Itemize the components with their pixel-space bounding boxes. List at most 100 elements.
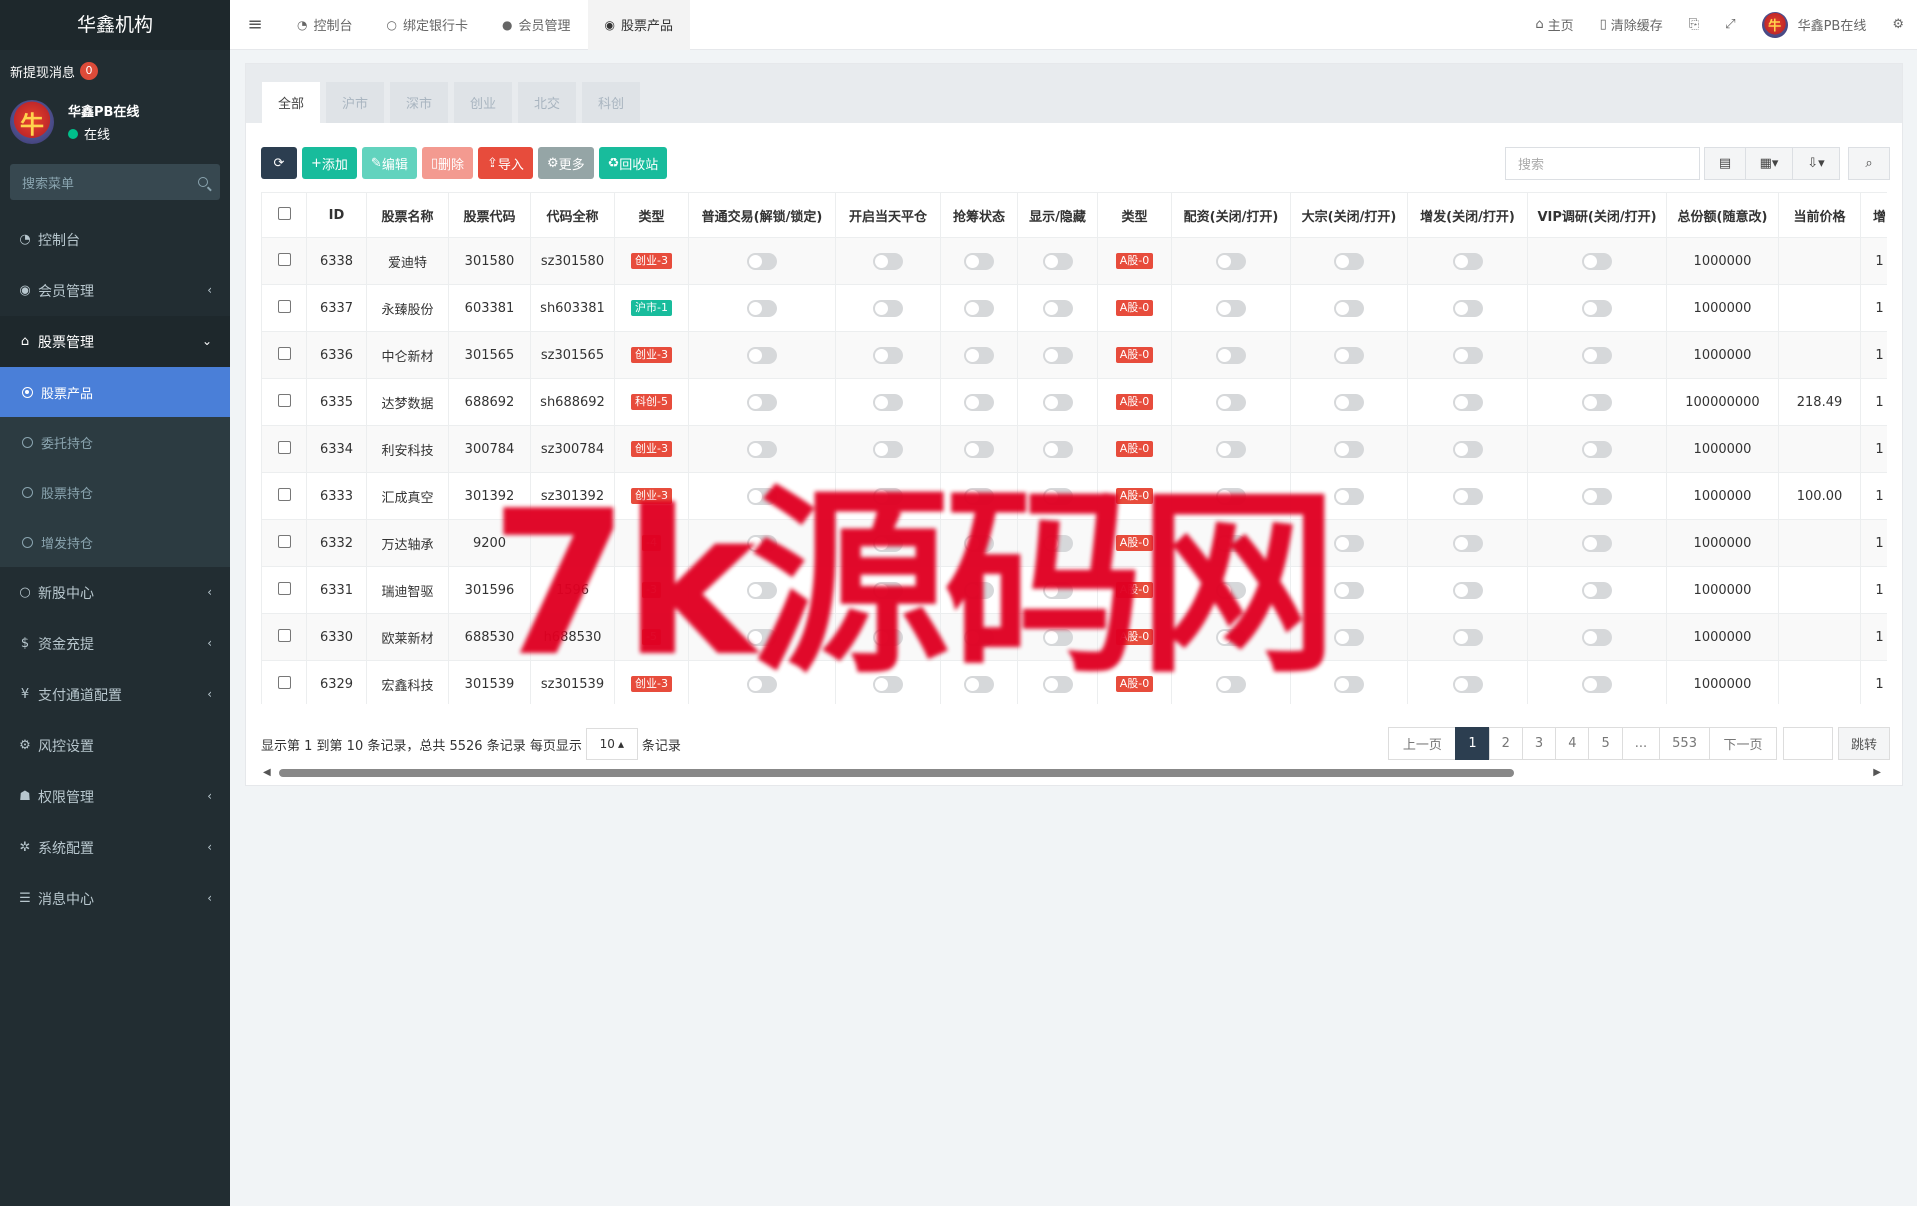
- block-trade-toggle[interactable]: [1334, 252, 1364, 270]
- sidebar-item-entrust-positions[interactable]: 委托持仓: [0, 417, 230, 467]
- row-checkbox-cell[interactable]: [261, 566, 307, 614]
- vip-research-toggle[interactable]: [1582, 393, 1612, 411]
- margin-toggle[interactable]: [1216, 393, 1246, 411]
- same-day-close-toggle[interactable]: [873, 299, 903, 317]
- row-checkbox[interactable]: [277, 675, 291, 689]
- goto-page-input[interactable]: [1782, 727, 1833, 760]
- tab-member-management[interactable]: ● 会员管理: [485, 0, 588, 50]
- sidebar-item-payment-channels[interactable]: ¥ 支付通道配置 ‹: [0, 669, 230, 720]
- placement-toggle[interactable]: [1452, 252, 1483, 270]
- horizontal-scrollbar[interactable]: ◀ ▶: [263, 765, 1881, 779]
- sidebar-item-permissions[interactable]: ☗ 权限管理 ‹: [0, 771, 230, 822]
- visibility-toggle[interactable]: [1042, 675, 1073, 693]
- visibility-toggle[interactable]: [1042, 534, 1073, 552]
- col-extra[interactable]: 增: [1860, 192, 1887, 238]
- more-button[interactable]: ⚙ 更多: [537, 147, 594, 179]
- vip-research-toggle[interactable]: [1582, 534, 1612, 552]
- import-button[interactable]: ⇪ 导入: [478, 147, 533, 179]
- home-link[interactable]: ⌂ 主页: [1522, 15, 1586, 34]
- sidebar-item-stock-positions[interactable]: 股票持仓: [0, 467, 230, 517]
- block-trade-toggle[interactable]: [1334, 299, 1364, 317]
- placement-toggle[interactable]: [1452, 628, 1483, 646]
- vip-research-toggle[interactable]: [1582, 581, 1612, 599]
- normal-trade-toggle[interactable]: [747, 346, 777, 364]
- recycle-bin-button[interactable]: ♻ 回收站: [598, 147, 668, 179]
- same-day-close-toggle[interactable]: [873, 581, 903, 599]
- col-code[interactable]: 股票代码: [448, 192, 531, 238]
- vip-research-toggle[interactable]: [1582, 346, 1612, 364]
- user-menu[interactable]: 牛华鑫PB在线: [1749, 11, 1880, 38]
- row-checkbox[interactable]: [277, 440, 291, 454]
- normal-trade-toggle[interactable]: [747, 675, 777, 693]
- prev-page-button[interactable]: 上一页: [1388, 727, 1457, 760]
- same-day-close-toggle[interactable]: [873, 440, 903, 458]
- margin-toggle[interactable]: [1216, 299, 1246, 317]
- row-checkbox[interactable]: [277, 534, 291, 548]
- normal-trade-toggle[interactable]: [747, 440, 777, 458]
- vip-research-toggle[interactable]: [1582, 628, 1612, 646]
- row-checkbox-cell[interactable]: [261, 519, 307, 567]
- normal-trade-toggle[interactable]: [747, 487, 777, 505]
- page-size-select[interactable]: 10 ▴: [585, 728, 638, 760]
- grab-status-toggle[interactable]: [964, 534, 994, 552]
- advanced-search-button[interactable]: ⌕: [1848, 147, 1890, 180]
- page-button-1[interactable]: 1: [1455, 727, 1490, 760]
- margin-toggle[interactable]: [1216, 440, 1246, 458]
- visibility-toggle[interactable]: [1042, 440, 1073, 458]
- col-total-shares[interactable]: 总份额(随意改): [1666, 192, 1779, 238]
- page-button-last[interactable]: 553: [1659, 727, 1710, 760]
- scrollbar-thumb[interactable]: [279, 769, 1514, 777]
- row-checkbox-cell[interactable]: [261, 378, 307, 426]
- same-day-close-toggle[interactable]: [873, 534, 903, 552]
- grab-status-toggle[interactable]: [964, 393, 994, 411]
- col-vip-research[interactable]: VIP调研(关闭/打开): [1527, 192, 1667, 238]
- grab-status-toggle[interactable]: [964, 346, 994, 364]
- block-trade-toggle[interactable]: [1334, 346, 1364, 364]
- goto-page-button[interactable]: 跳转: [1837, 727, 1890, 760]
- col-same-day-close[interactable]: 开启当天平仓: [835, 192, 941, 238]
- margin-toggle[interactable]: [1216, 252, 1246, 270]
- sidebar-item-funds[interactable]: $ 资金充提 ‹: [0, 618, 230, 669]
- clear-cache-button[interactable]: ▯ 清除缓存: [1587, 15, 1676, 34]
- visibility-toggle[interactable]: [1042, 393, 1073, 411]
- filter-tab-shenzhen[interactable]: 深市: [390, 82, 448, 123]
- margin-toggle[interactable]: [1216, 581, 1246, 599]
- placement-toggle[interactable]: [1452, 487, 1483, 505]
- grab-status-toggle[interactable]: [964, 675, 994, 693]
- same-day-close-toggle[interactable]: [873, 252, 903, 270]
- row-checkbox[interactable]: [277, 487, 291, 501]
- placement-toggle[interactable]: [1452, 346, 1483, 364]
- placement-toggle[interactable]: [1452, 440, 1483, 458]
- grab-status-toggle[interactable]: [964, 487, 994, 505]
- col-margin[interactable]: 配资(关闭/打开): [1171, 192, 1291, 238]
- search-icon[interactable]: [198, 177, 208, 187]
- row-checkbox-cell[interactable]: [261, 613, 307, 661]
- block-trade-toggle[interactable]: [1334, 675, 1364, 693]
- filter-tab-star[interactable]: 科创: [582, 82, 640, 123]
- block-trade-toggle[interactable]: [1334, 581, 1364, 599]
- refresh-button[interactable]: ⟳: [261, 147, 297, 179]
- col-block-trade[interactable]: 大宗(关闭/打开): [1290, 192, 1408, 238]
- select-all-checkbox-cell[interactable]: [261, 192, 307, 238]
- page-button-4[interactable]: 4: [1555, 727, 1590, 760]
- filter-tab-beijing[interactable]: 北交: [518, 82, 576, 123]
- add-button[interactable]: + 添加: [302, 147, 357, 179]
- same-day-close-toggle[interactable]: [873, 346, 903, 364]
- filter-tab-chinext[interactable]: 创业: [454, 82, 512, 123]
- delete-button[interactable]: ▯ 删除: [421, 147, 474, 179]
- same-day-close-toggle[interactable]: [873, 675, 903, 693]
- grab-status-toggle[interactable]: [964, 628, 994, 646]
- columns-button[interactable]: ▦▾: [1745, 147, 1793, 180]
- margin-toggle[interactable]: [1216, 346, 1246, 364]
- normal-trade-toggle[interactable]: [747, 299, 777, 317]
- row-checkbox[interactable]: [277, 393, 291, 407]
- row-checkbox[interactable]: [277, 346, 291, 360]
- col-normal-trade[interactable]: 普通交易(解锁/锁定): [688, 192, 836, 238]
- page-button-5[interactable]: 5: [1588, 727, 1623, 760]
- col-type2[interactable]: 类型: [1097, 192, 1172, 238]
- block-trade-toggle[interactable]: [1334, 487, 1364, 505]
- table-search-input[interactable]: 搜索: [1505, 147, 1700, 180]
- menu-search-input[interactable]: 搜索菜单: [10, 164, 220, 200]
- block-trade-toggle[interactable]: [1334, 628, 1364, 646]
- margin-toggle[interactable]: [1216, 628, 1246, 646]
